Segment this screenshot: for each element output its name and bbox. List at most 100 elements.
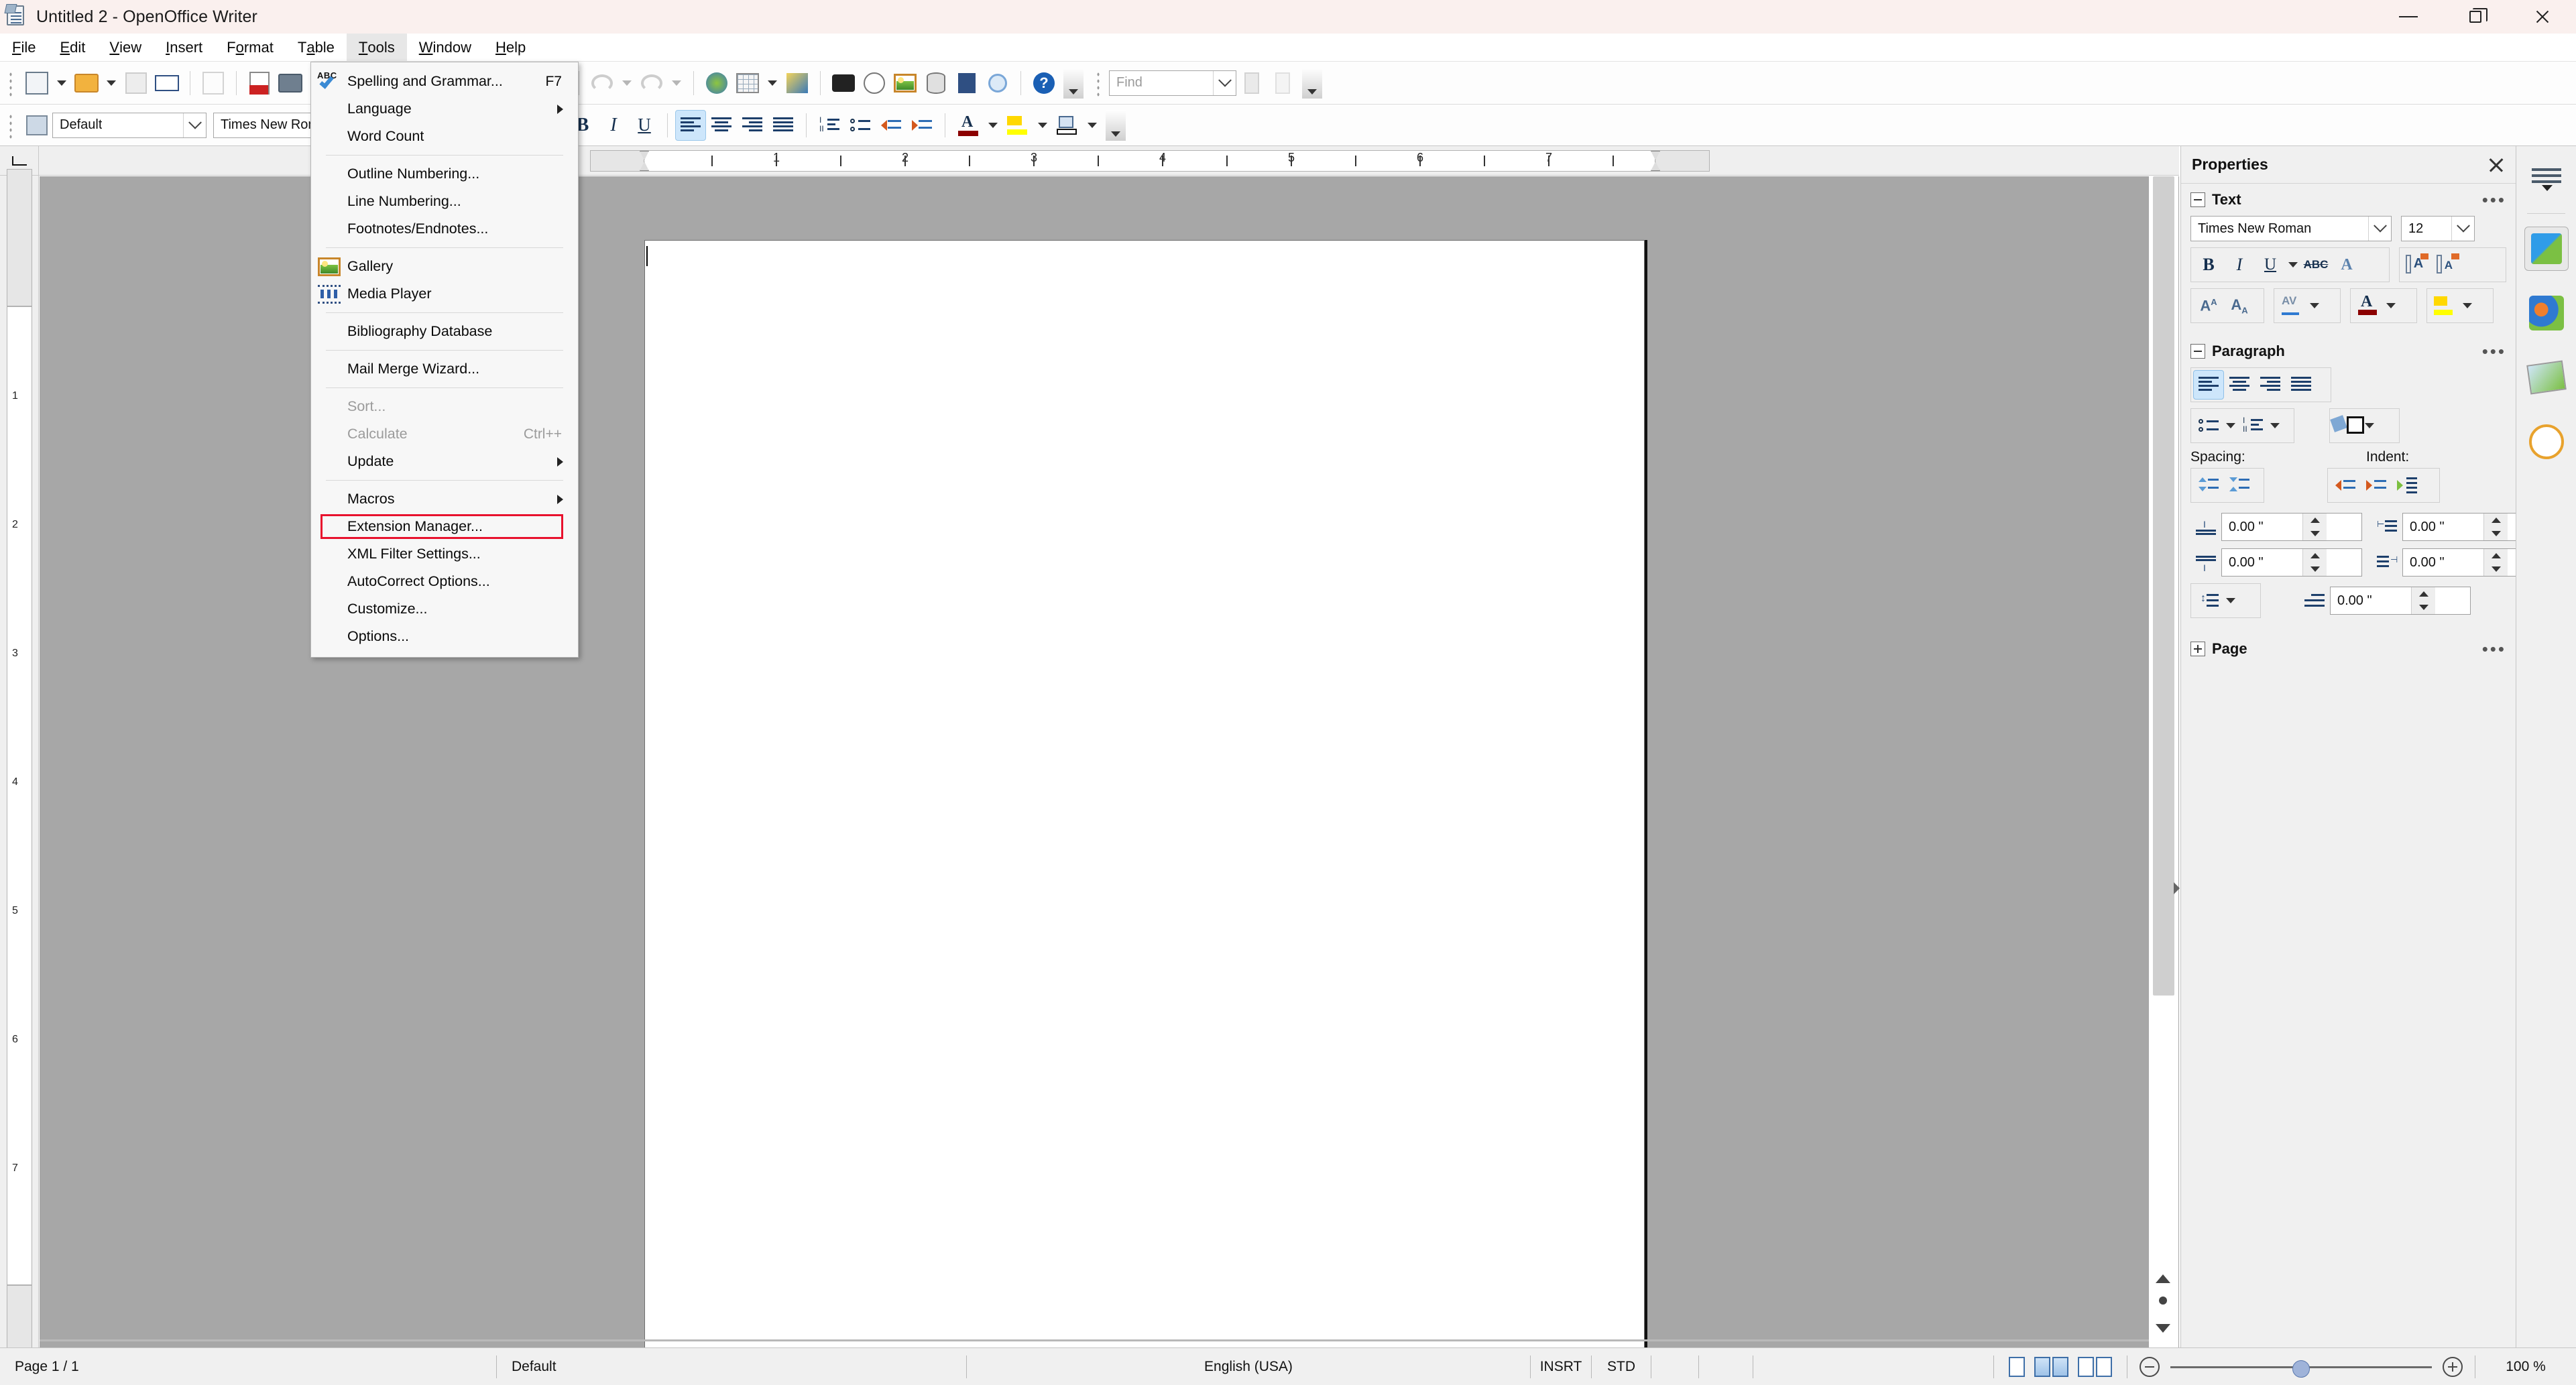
gallery-tab-icon[interactable] <box>2516 281 2576 345</box>
email-document-icon[interactable] <box>152 68 182 99</box>
expand-icon[interactable] <box>2190 642 2205 656</box>
increase-indent-button[interactable] <box>906 110 937 141</box>
sidebar-underline-button[interactable]: U <box>2255 250 2286 280</box>
more-options-icon[interactable]: ••• <box>2482 343 2506 360</box>
menu-tools[interactable]: Tools <box>346 33 407 62</box>
unordered-list-dropdown-icon[interactable] <box>2226 423 2235 428</box>
space-below-paragraph-field[interactable]: 0.00 " <box>2221 548 2362 577</box>
decrease-indent-button[interactable] <box>876 110 906 141</box>
superscript-button[interactable]: AA <box>2193 291 2224 320</box>
indent-before-decrement-button[interactable] <box>2484 527 2508 540</box>
sidebar-italic-button[interactable]: I <box>2224 250 2255 280</box>
redo-dropdown-icon[interactable] <box>672 80 681 86</box>
menu-item-footnotes-endnotes[interactable]: Footnotes/Endnotes... <box>311 215 578 243</box>
align-left-button[interactable] <box>675 109 706 141</box>
highlighting-button[interactable] <box>1002 110 1033 141</box>
menu-format[interactable]: Fo rmat <box>215 34 286 62</box>
menu-window[interactable]: Window <box>407 34 483 62</box>
book-view-button[interactable] <box>2078 1356 2112 1377</box>
ordered-list-button[interactable]: I II <box>814 110 845 141</box>
paragraph-style-dropdown-icon[interactable] <box>183 113 206 137</box>
hyperlink-icon[interactable] <box>701 68 732 99</box>
document-text-frame[interactable] <box>645 241 1644 1347</box>
sidebar-unordered-list-button[interactable] <box>2193 411 2224 440</box>
sidebar-shadow-button[interactable]: A <box>2331 250 2362 280</box>
sidebar-highlighting-button[interactable] <box>2429 291 2460 320</box>
justified-button[interactable] <box>768 110 799 141</box>
first-line-increment-button[interactable] <box>2412 587 2435 601</box>
properties-tab-icon[interactable] <box>2516 217 2576 281</box>
menu-item-bibliography-database[interactable]: Bibliography Database <box>311 318 578 345</box>
unordered-list-button[interactable] <box>845 110 876 141</box>
sidebar-font-color-button[interactable]: A <box>2353 291 2384 320</box>
vertical-scrollbar-thumb[interactable] <box>2153 176 2174 996</box>
new-document-dropdown-icon[interactable] <box>57 80 66 86</box>
more-options-icon[interactable]: ••• <box>2482 640 2506 658</box>
sidebar-font-name-dropdown-icon[interactable] <box>2368 217 2391 241</box>
sidebar-align-left-button[interactable] <box>2193 370 2224 400</box>
more-options-icon[interactable]: ••• <box>2482 191 2506 208</box>
paragraph-style-icon[interactable] <box>21 110 52 141</box>
sidebar-font-size-dropdown-icon[interactable] <box>2451 217 2474 241</box>
menu-item-autocorrect-options[interactable]: AutoCorrect Options... <box>311 568 578 595</box>
sidebar-decrease-indent-button[interactable] <box>2361 471 2392 500</box>
sidebar-strikethrough-button[interactable]: ABC <box>2300 250 2331 280</box>
menu-edit[interactable]: Edit <box>48 34 97 62</box>
menu-item-spelling-and-grammar[interactable]: ABC Spelling and Grammar... F7 <box>311 68 578 95</box>
open-folder-icon[interactable] <box>71 68 102 99</box>
vertical-scrollbar[interactable] <box>2149 176 2178 1347</box>
hanging-indent-button[interactable] <box>2392 471 2422 500</box>
formatting-toolbar-grip[interactable] <box>7 111 16 139</box>
insert-table-icon[interactable] <box>732 68 763 99</box>
character-spacing-button[interactable]: AV <box>2276 291 2307 320</box>
styles-tab-icon[interactable] <box>2516 345 2576 410</box>
horizontal-scrollbar[interactable] <box>40 1334 2149 1347</box>
minimize-button[interactable] <box>2375 0 2442 34</box>
sidebar-justified-button[interactable] <box>2286 370 2317 400</box>
find-toolbar-grip[interactable] <box>1094 69 1104 97</box>
space-above-increment-button[interactable] <box>2303 514 2327 527</box>
decrease-paragraph-spacing-button[interactable] <box>2224 471 2255 500</box>
selection-mode-status[interactable]: STD <box>1592 1348 1651 1385</box>
paragraph-background-dropdown-icon[interactable] <box>2365 423 2374 428</box>
save-icon[interactable] <box>121 68 152 99</box>
sidebar-settings-icon[interactable] <box>2516 146 2576 210</box>
section-header-paragraph[interactable]: Paragraph ••• <box>2181 335 2516 367</box>
language-status[interactable]: English (USA) <box>967 1348 1530 1385</box>
zoom-slider-knob[interactable] <box>2292 1360 2310 1378</box>
formatting-marks-icon[interactable] <box>951 68 982 99</box>
align-right-button[interactable] <box>737 110 768 141</box>
new-document-icon[interactable] <box>21 68 52 99</box>
document-page[interactable] <box>644 240 1645 1347</box>
sidebar-font-name-combo[interactable]: Times New Roman <box>2190 216 2392 241</box>
space-above-paragraph-field[interactable]: 0.00 " <box>2221 513 2362 541</box>
menu-help[interactable]: Help <box>483 34 538 62</box>
help-icon[interactable]: ? <box>1029 68 1059 99</box>
sidebar-underline-dropdown-icon[interactable] <box>2288 262 2298 267</box>
sidebar-collapse-handle[interactable] <box>2172 870 2183 910</box>
zoom-out-button[interactable] <box>2140 1356 2160 1377</box>
navigation-dot-icon[interactable] <box>2159 1297 2167 1305</box>
first-line-decrement-button[interactable] <box>2412 601 2435 614</box>
line-spacing-dropdown-icon[interactable] <box>2226 598 2235 603</box>
paragraph-background-button[interactable] <box>2330 411 2364 440</box>
undo-dropdown-icon[interactable] <box>622 80 632 86</box>
collapse-icon[interactable] <box>2190 192 2205 207</box>
line-spacing-button[interactable]: ↕ <box>2193 586 2224 615</box>
sidebar-bold-button[interactable]: B <box>2193 250 2224 280</box>
undo-icon[interactable] <box>587 68 618 99</box>
indent-after-decrement-button[interactable] <box>2484 562 2508 576</box>
sidebar-ordered-list-button[interactable]: I II <box>2237 411 2268 440</box>
menu-file[interactable]: File <box>0 34 48 62</box>
digital-signature-status[interactable] <box>1651 1348 1698 1385</box>
navigator-icon[interactable] <box>859 68 890 99</box>
scroll-up-icon[interactable] <box>2156 1274 2170 1283</box>
ordered-list-dropdown-icon[interactable] <box>2270 423 2280 428</box>
decrease-font-size-button[interactable]: A <box>2433 250 2463 280</box>
sidebar-font-size-combo[interactable]: 12 <box>2401 216 2475 241</box>
menu-item-line-numbering[interactable]: Line Numbering... <box>311 188 578 215</box>
space-below-decrement-button[interactable] <box>2303 562 2327 576</box>
menu-item-customize[interactable]: Customize... <box>311 595 578 623</box>
insert-table-dropdown-icon[interactable] <box>768 80 777 86</box>
menu-item-xml-filter-settings[interactable]: XML Filter Settings... <box>311 540 578 568</box>
